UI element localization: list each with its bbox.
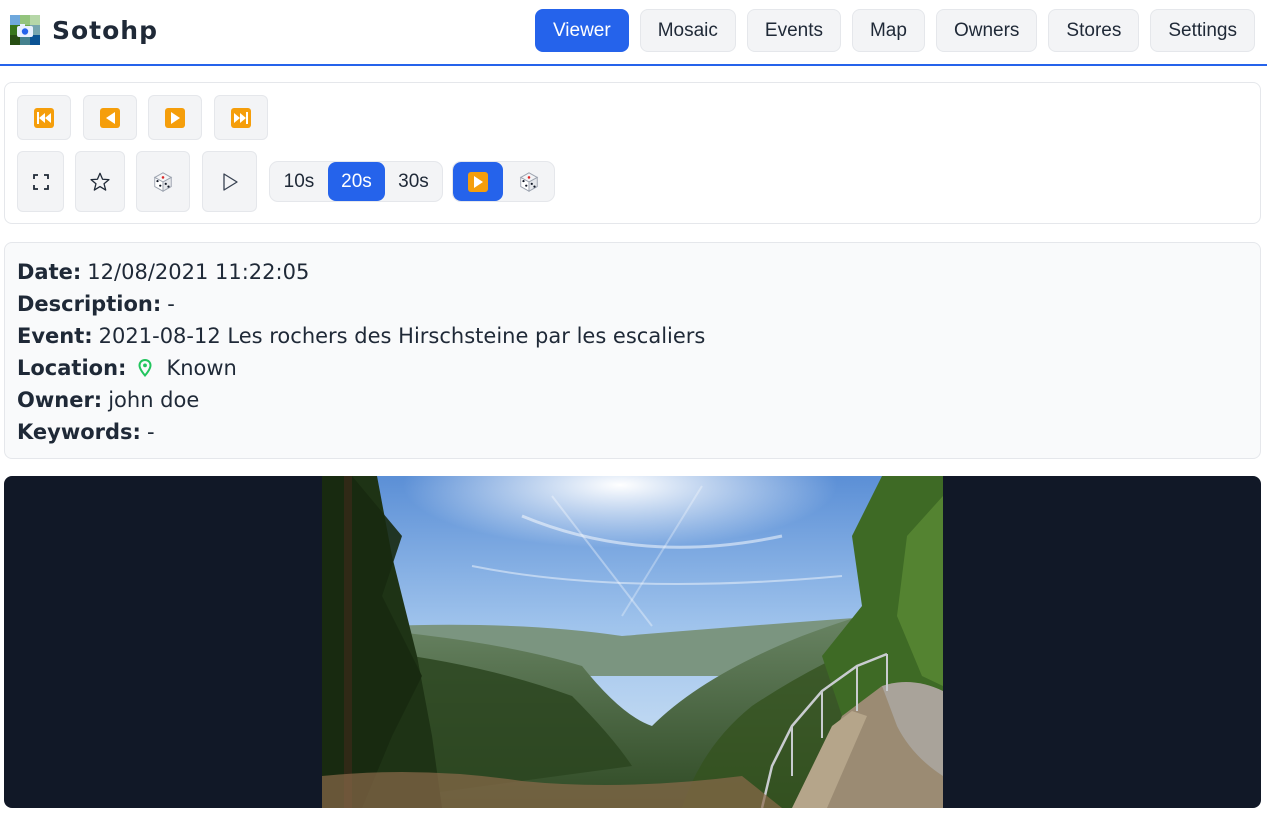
location-value[interactable]: Known [166, 352, 236, 384]
app-logo-icon [10, 15, 40, 45]
date-row: Date: 12/08/2021 11:22:05 [17, 256, 1260, 288]
photo-info-panel: Date: 12/08/2021 11:22:05 Description: -… [4, 242, 1261, 459]
sequential-play-icon [468, 171, 488, 192]
slideshow-button[interactable] [202, 151, 257, 212]
date-value: 12/08/2021 11:22:05 [87, 260, 310, 284]
interval-30s[interactable]: 30s [385, 162, 442, 201]
nav-map-button[interactable]: Map [851, 9, 925, 52]
date-label: Date: [17, 260, 82, 284]
event-row: Event: 2021-08-12 Les rochers des Hirsch… [17, 320, 1260, 352]
owner-label: Owner: [17, 388, 103, 412]
slideshow-play-icon [222, 172, 238, 191]
playback-mode-selector [452, 161, 555, 202]
app-name: Sotohp [52, 15, 158, 45]
nav-viewer-button[interactable]: Viewer [534, 9, 629, 52]
event-label: Event: [17, 324, 93, 348]
photo-viewer[interactable] [4, 476, 1261, 808]
viewer-controls: 10s 20s 30s [4, 82, 1261, 224]
fullscreen-icon [32, 173, 49, 190]
random-icon [153, 171, 173, 192]
next-icon [165, 107, 185, 128]
next-photo-button[interactable] [148, 95, 202, 140]
description-label: Description: [17, 292, 162, 316]
nav-stores-button[interactable]: Stores [1048, 9, 1140, 52]
first-photo-button[interactable] [17, 95, 71, 140]
previous-photo-button[interactable] [83, 95, 137, 140]
map-pin-icon[interactable] [138, 359, 152, 377]
brand[interactable]: Sotohp [10, 15, 158, 45]
interval-20s[interactable]: 20s [328, 162, 385, 201]
star-icon [90, 172, 110, 191]
first-icon [34, 107, 54, 128]
previous-icon [100, 107, 120, 128]
nav-settings-button[interactable]: Settings [1150, 9, 1255, 52]
description-row: Description: - [17, 288, 1260, 320]
main-nav: Viewer Mosaic Events Map Owners Stores S… [534, 9, 1255, 52]
event-value[interactable]: 2021-08-12 Les rochers des Hirschsteine … [99, 320, 706, 352]
random-photo-button[interactable] [136, 151, 190, 212]
location-row: Location: Known [17, 352, 1260, 384]
nav-owners-button[interactable]: Owners [935, 9, 1038, 52]
random-dice-icon [519, 171, 538, 192]
location-label: Location: [17, 356, 127, 380]
top-bar: Sotohp Viewer Mosaic Events Map Owners S… [0, 0, 1267, 66]
interval-10s[interactable]: 10s [270, 162, 328, 201]
sequential-mode-button[interactable] [453, 162, 504, 201]
photo-image[interactable] [322, 476, 943, 808]
keywords-value: - [146, 420, 155, 444]
nav-events-button[interactable]: Events [746, 9, 841, 52]
last-photo-button[interactable] [214, 95, 268, 140]
interval-selector: 10s 20s 30s [269, 161, 443, 202]
nav-mosaic-button[interactable]: Mosaic [639, 9, 736, 52]
fullscreen-button[interactable] [17, 151, 64, 212]
description-value: - [167, 292, 175, 316]
last-icon [231, 107, 251, 128]
keywords-label: Keywords: [17, 420, 141, 444]
owner-row: Owner: john doe [17, 384, 1260, 416]
owner-value: john doe [108, 388, 200, 412]
keywords-row: Keywords: - [17, 416, 1260, 448]
favorite-button[interactable] [75, 151, 125, 212]
random-mode-button[interactable] [503, 162, 554, 201]
